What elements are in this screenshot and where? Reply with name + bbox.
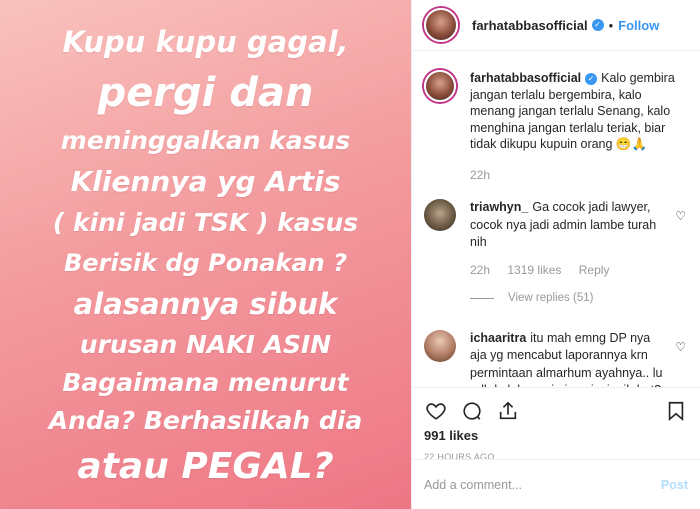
- post-text-line: Bagaimana menurut: [62, 368, 349, 397]
- post-text-line: pergi dan: [97, 70, 314, 116]
- caption-avatar[interactable]: [424, 70, 456, 102]
- comment-item: ichaaritra itu mah emng DP nya aja yg men…: [412, 329, 700, 388]
- replies-divider: [470, 298, 494, 300]
- comment-username[interactable]: ichaaritra: [470, 331, 526, 345]
- add-comment-bar: Post: [412, 459, 700, 509]
- reply-button[interactable]: Reply: [579, 263, 610, 277]
- verified-badge-icon: ✓: [585, 73, 598, 85]
- bookmark-icon[interactable]: [664, 399, 688, 423]
- post-text-line: Kliennya yg Artis: [70, 165, 341, 198]
- post-caption: farhatabbasofficial ✓ Kalo gembira jangan …: [412, 52, 700, 183]
- caption-meta: 22h: [470, 167, 680, 184]
- verified-badge-icon: ✓: [591, 19, 604, 31]
- comments-list[interactable]: farhatabbasofficial ✓ Kalo gembira jangan …: [412, 52, 700, 387]
- likes-count[interactable]: 991 likes: [412, 424, 700, 443]
- post-text-line: atau PEGAL?: [77, 446, 334, 487]
- comment-avatar[interactable]: [424, 199, 456, 231]
- post-text-line: Berisik dg Ponakan ?: [63, 249, 348, 277]
- post-image[interactable]: Kupu kupu gagal, pergi dan meninggalkan …: [0, 0, 411, 509]
- caption-time[interactable]: 22h: [470, 168, 490, 182]
- comment-like-icon[interactable]: ♡: [675, 340, 686, 354]
- comment-avatar[interactable]: [424, 329, 456, 362]
- comment-likes[interactable]: 1319 likes: [507, 263, 561, 277]
- follow-button[interactable]: Follow: [618, 18, 659, 33]
- post-text-line: urusan NAKI ASIN: [79, 330, 332, 359]
- caption-username[interactable]: farhatabbasofficial: [470, 71, 581, 85]
- comment-username[interactable]: triawhyn_: [470, 200, 528, 214]
- comment-meta: 22h 1319 likes Reply: [470, 262, 670, 280]
- post-text-line: meninggalkan kasus: [60, 126, 351, 155]
- post-header: farhatabbasofficial ✓ • Follow: [412, 0, 700, 51]
- comment-input[interactable]: [424, 477, 661, 492]
- separator-dot: •: [608, 17, 614, 33]
- post-comment-button[interactable]: Post: [661, 478, 688, 492]
- comment-body: triawhyn_ Ga cocok jadi lawyer, cocok nya…: [470, 199, 670, 308]
- view-replies-button[interactable]: View replies (51): [470, 290, 670, 308]
- action-icons: [412, 388, 700, 424]
- comment-time[interactable]: 22h: [470, 263, 490, 277]
- post-image-text: Kupu kupu gagal, pergi dan meninggalkan …: [0, 18, 411, 494]
- post-text-line: alasannya sibuk: [73, 287, 338, 321]
- post-text-line: ( kini jadi TSK ) kasus: [52, 208, 359, 237]
- actions-bar: 991 likes 22 HOURS AGO Post: [412, 387, 700, 509]
- comment-body: ichaaritra itu mah emng DP nya aja yg men…: [470, 330, 670, 388]
- post-text-line: Kupu kupu gagal,: [62, 25, 349, 59]
- header-username[interactable]: farhatabbasofficial: [472, 18, 588, 33]
- like-heart-icon[interactable]: [424, 399, 448, 423]
- post-side-panel: farhatabbasofficial ✓ • Follow farhatabb…: [411, 0, 700, 509]
- comment-like-icon[interactable]: ♡: [675, 209, 686, 223]
- avatar[interactable]: [424, 8, 458, 42]
- comment-item: triawhyn_ Ga cocok jadi lawyer, cocok nya…: [412, 199, 700, 308]
- comment-bubble-icon[interactable]: [460, 399, 484, 423]
- post-text-line: Anda? Berhasilkah dia: [48, 406, 363, 435]
- caption-body: farhatabbasofficial ✓ Kalo gembira jangan …: [470, 70, 680, 183]
- share-upload-icon[interactable]: [496, 399, 520, 423]
- view-replies-label: View replies (51): [508, 292, 594, 304]
